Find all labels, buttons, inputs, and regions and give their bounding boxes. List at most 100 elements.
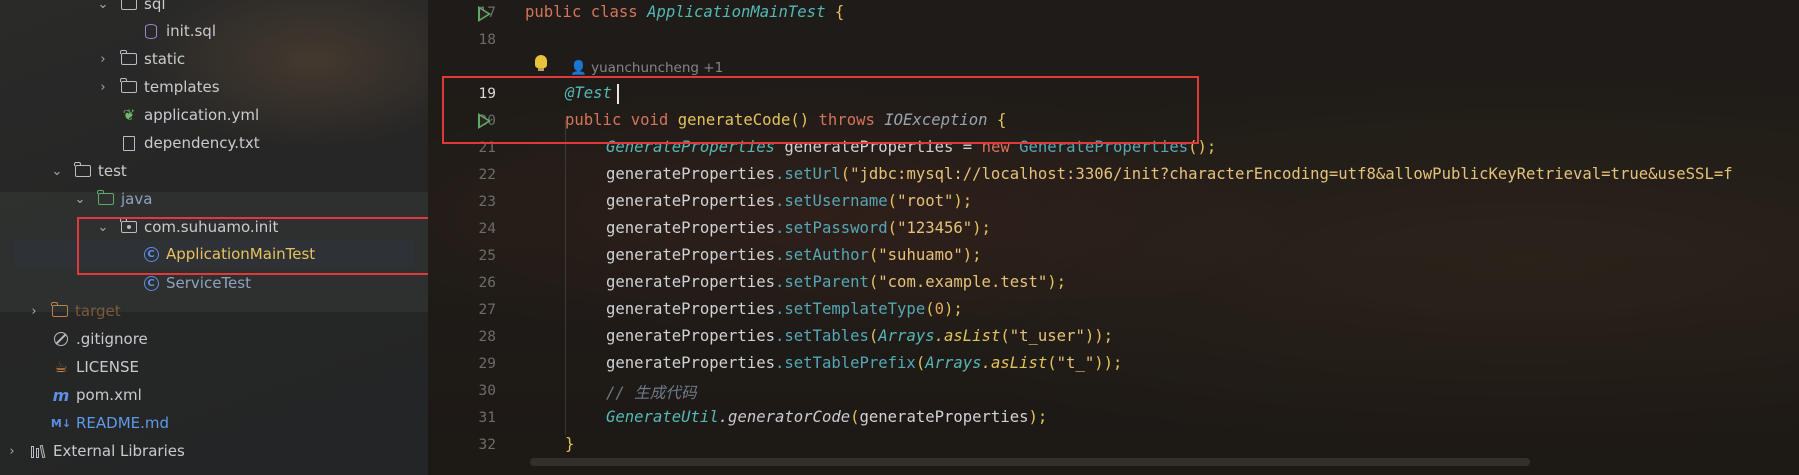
code-line-32[interactable]: } <box>565 435 574 453</box>
tree-item-external-libraries[interactable]: › External Libraries <box>5 438 185 464</box>
line-number: 22 <box>478 167 496 183</box>
tree-item-label: static <box>144 50 186 68</box>
library-icon <box>29 442 47 460</box>
tree-item-templates[interactable]: › templates <box>96 74 220 100</box>
brace: } <box>565 435 575 453</box>
tree-item-license[interactable]: ☕ LICENSE <box>52 354 139 380</box>
class-ref: Arrays <box>925 354 982 372</box>
variable: generateProperties <box>606 300 775 318</box>
chevron-down-icon[interactable]: ⌄ <box>50 164 64 179</box>
database-icon <box>142 22 160 40</box>
chevron-down-icon[interactable]: ⌄ <box>73 192 87 207</box>
line-number: 18 <box>478 32 496 48</box>
code-line-27[interactable]: generateProperties.setTemplateType(0); <box>606 300 963 318</box>
tree-item-gitignore[interactable]: .gitignore <box>52 326 148 352</box>
brace: { <box>834 3 845 21</box>
string-literal: "123456" <box>897 219 973 237</box>
test-folder-icon <box>97 190 115 208</box>
string-literal: "t_" <box>1056 354 1095 372</box>
tree-item-label: LICENSE <box>76 358 139 376</box>
method-call: .setParent <box>775 273 869 291</box>
project-tree-panel: ⌄ sql init.sql › static › templates ❦ ap… <box>0 0 428 475</box>
code-line-29[interactable]: generateProperties.setTablePrefix(Arrays… <box>606 354 1122 372</box>
class-ref: GenerateUtil <box>606 408 719 426</box>
static-call: .asList <box>981 354 1048 372</box>
tree-item-readme[interactable]: M↓ README.md <box>50 410 170 436</box>
string-literal: "suhuamo" <box>878 246 963 264</box>
code-line-31[interactable]: GenerateUtil.generatorCode(generatePrope… <box>606 408 1047 426</box>
string-literal: "root" <box>897 192 954 210</box>
markdown-icon: M↓ <box>50 416 72 430</box>
punctuation: ); <box>1047 273 1067 291</box>
tree-item-label: External Libraries <box>53 442 185 460</box>
tree-item-init-sql[interactable]: init.sql <box>142 18 216 44</box>
static-call: .asList <box>934 327 1001 345</box>
tree-item-test[interactable]: ⌄ test <box>50 158 127 184</box>
tree-item-label: pom.xml <box>76 386 142 404</box>
punctuation: )); <box>1094 354 1123 372</box>
tree-item-label: application.yml <box>144 106 260 124</box>
variable: generateProperties <box>606 273 775 291</box>
author-hint[interactable]: 👤 yuanchuncheng +1 <box>570 60 723 76</box>
method-call: .setUsername <box>775 192 888 210</box>
variable: generateProperties <box>606 354 775 372</box>
tree-item-static[interactable]: › static <box>96 46 185 72</box>
code-line-26[interactable]: generateProperties.setParent("com.exampl… <box>606 273 1066 291</box>
tree-item-target[interactable]: › target <box>27 298 121 324</box>
tree-item-label: README.md <box>76 414 170 432</box>
run-class-icon[interactable] <box>478 6 491 22</box>
license-icon: ☕ <box>54 358 68 376</box>
tree-item-application-yml[interactable]: ❦ application.yml <box>120 102 259 128</box>
class-icon: C <box>142 274 160 292</box>
text-file-icon <box>120 134 138 152</box>
string-literal: "jdbc:mysql://localhost:3306/init?charac… <box>850 165 1733 183</box>
horizontal-scrollbar[interactable] <box>530 458 1530 466</box>
method-call: .setTemplateType <box>775 300 926 318</box>
tree-item-java[interactable]: ⌄ java <box>73 186 152 212</box>
code-line-30[interactable]: // 生成代码 <box>606 381 697 403</box>
class-name: ApplicationMainTest <box>647 3 826 21</box>
code-line-24[interactable]: generateProperties.setPassword("123456")… <box>606 219 991 237</box>
code-line-23[interactable]: generateProperties.setUsername("root"); <box>606 192 972 210</box>
tree-item-label: ServiceTest <box>166 274 251 292</box>
code-line-22[interactable]: generateProperties.setUrl("jdbc:mysql://… <box>606 165 1733 183</box>
maven-icon: m <box>52 385 70 405</box>
keyword: public <box>525 3 582 21</box>
punctuation: ); <box>972 219 991 237</box>
tree-item-dependency-txt[interactable]: dependency.txt <box>120 130 260 156</box>
punctuation: ); <box>944 300 963 318</box>
comment: // 生成代码 <box>606 384 697 402</box>
code-line-28[interactable]: generateProperties.setTables(Arrays.asLi… <box>606 327 1113 345</box>
lightbulb-icon[interactable] <box>535 55 547 71</box>
line-number: 25 <box>478 248 496 264</box>
punctuation: )); <box>1084 327 1114 345</box>
user-icon: 👤 <box>570 60 587 76</box>
method-call: .setTables <box>775 327 869 345</box>
chevron-right-icon[interactable]: › <box>27 304 41 319</box>
variable: generateProperties <box>606 327 775 345</box>
static-call: .generatorCode <box>718 408 851 426</box>
string-literal: "t_user" <box>1009 327 1085 345</box>
folder-icon <box>120 0 138 13</box>
line-number: 28 <box>478 329 496 345</box>
tree-item-label: .gitignore <box>76 330 148 348</box>
chevron-right-icon[interactable]: › <box>96 52 110 67</box>
line-number: 30 <box>478 383 496 399</box>
variable: generateProperties <box>859 408 1029 426</box>
punctuation: ); <box>953 192 973 210</box>
spring-leaf-icon: ❦ <box>122 106 136 124</box>
code-line-25[interactable]: generateProperties.setAuthor("suhuamo"); <box>606 246 982 264</box>
chevron-right-icon[interactable]: › <box>96 80 110 95</box>
tree-item-label: target <box>75 302 121 320</box>
tree-item-sql[interactable]: ⌄ sql <box>96 0 166 17</box>
line-number: 26 <box>478 275 496 291</box>
chevron-right-icon[interactable]: › <box>5 444 19 459</box>
tree-item-label: init.sql <box>166 22 216 40</box>
chevron-down-icon[interactable]: ⌄ <box>96 0 110 12</box>
punctuation: ); <box>962 246 982 264</box>
tree-item-label: java <box>121 190 153 208</box>
line-number: 29 <box>478 356 496 372</box>
code-line-17[interactable]: public class ApplicationMainTest { <box>525 3 844 21</box>
tree-item-label: test <box>98 162 127 180</box>
tree-item-pom-xml[interactable]: m pom.xml <box>52 382 142 408</box>
